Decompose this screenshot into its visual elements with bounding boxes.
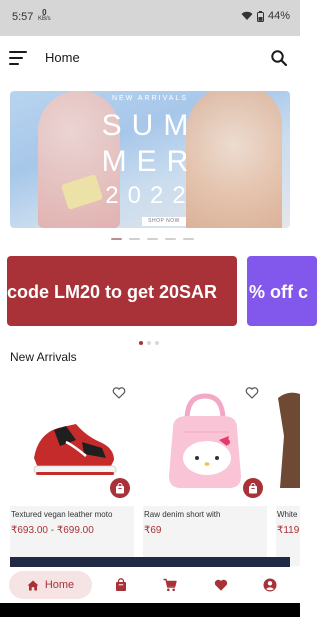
hero-banner[interactable]: NEW ARRIVALS SUM MER 2022 SHOP NOW — [10, 91, 290, 228]
shop-now-button[interactable]: SHOP NOW — [142, 217, 186, 226]
product-name: Textured vegan leather moto — [11, 510, 113, 519]
battery-icon — [256, 10, 264, 22]
app-bar: Home — [0, 36, 300, 80]
product-card[interactable]: Textured vegan leather moto ₹693.00 - ₹6… — [10, 376, 134, 566]
promo-text-2: % off c — [249, 282, 309, 302]
system-navigation-bar — [0, 603, 300, 617]
product-price: ₹119 — [277, 525, 300, 536]
nav-item-home[interactable]: Home — [9, 571, 92, 599]
banner-dot[interactable] — [147, 238, 158, 240]
search-icon[interactable] — [270, 49, 288, 67]
favorite-icon[interactable] — [245, 386, 259, 400]
section-title-new-arrivals: New Arrivals — [10, 350, 77, 364]
network-speed-value: 0 — [42, 8, 47, 17]
battery-level: 44% — [267, 10, 290, 22]
status-indicators: 44% — [241, 10, 290, 22]
favorite-icon[interactable] — [112, 386, 126, 400]
banner-headline-line2: MER — [101, 145, 199, 178]
menu-icon[interactable] — [9, 51, 27, 65]
promo-page-indicator — [139, 341, 159, 345]
status-bar: 5:57 0 KB/s 44% — [0, 0, 300, 36]
product-name: White — [277, 510, 298, 519]
product-image-garment — [276, 376, 300, 506]
promo-dot[interactable] — [139, 341, 143, 345]
cart-icon[interactable] — [163, 578, 177, 592]
banner-dot[interactable] — [111, 238, 122, 240]
banner-dot[interactable] — [183, 238, 194, 240]
product-name: Raw denim short with — [144, 510, 221, 519]
product-price: ₹69 — [144, 525, 162, 536]
promo-card-2[interactable]: % off c — [247, 256, 317, 326]
promo-text: code LM20 to get 20SAR — [7, 282, 218, 302]
next-section-banner — [10, 557, 290, 567]
account-icon[interactable] — [263, 578, 277, 592]
bag-icon — [116, 482, 124, 493]
bag-icon[interactable] — [114, 578, 128, 592]
banner-dot[interactable] — [165, 238, 176, 240]
banner-page-indicator — [111, 238, 194, 240]
heart-icon[interactable] — [214, 578, 228, 592]
add-to-cart-button[interactable] — [243, 478, 263, 498]
add-to-cart-button[interactable] — [110, 478, 130, 498]
network-speed: 0 KB/s — [38, 9, 51, 23]
home-icon — [27, 580, 39, 590]
page-title: Home — [45, 50, 80, 65]
nav-home-label: Home — [44, 579, 75, 591]
wifi-icon — [241, 11, 253, 20]
product-card[interactable]: Raw denim short with ₹69 — [143, 376, 267, 566]
banner-headline-line1: SUM — [101, 109, 199, 142]
bag-icon — [249, 482, 257, 493]
promo-dot[interactable] — [147, 341, 151, 345]
status-time: 5:57 — [12, 11, 34, 23]
product-price: ₹693.00 - ₹699.00 — [11, 525, 94, 536]
network-speed-unit: KB/s — [38, 16, 51, 22]
banner-dot[interactable] — [129, 238, 140, 240]
banner-headline-line3: 2022 — [105, 182, 195, 209]
product-card[interactable]: White ₹119 — [276, 376, 300, 566]
promo-card[interactable]: code LM20 to get 20SAR — [7, 256, 237, 326]
promo-dot[interactable] — [155, 341, 159, 345]
bottom-nav: Home — [0, 567, 300, 603]
banner-subtitle: NEW ARRIVALS — [112, 95, 188, 102]
